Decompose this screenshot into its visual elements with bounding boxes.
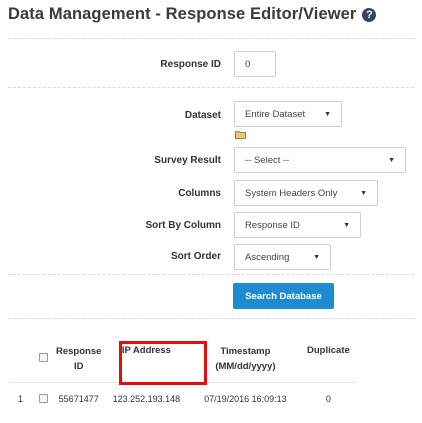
sort-by-column-label: Sort By Column bbox=[145, 220, 221, 231]
response-id-label: Response ID bbox=[160, 59, 221, 70]
table-row[interactable]: 1 55671477 123.252.193.148 07/19/2016 16… bbox=[10, 381, 357, 416]
response-id-input[interactable]: 0 bbox=[234, 51, 276, 77]
duplicate-header[interactable]: Duplicate bbox=[300, 337, 356, 382]
row-select-cell bbox=[31, 381, 55, 416]
question-circle-icon[interactable]: ? bbox=[362, 8, 377, 22]
survey-result-label: Survey Result bbox=[154, 155, 221, 166]
columns-label: Columns bbox=[178, 188, 221, 199]
select-all-header bbox=[31, 337, 55, 382]
timestamp-header-line2: (MM/dd/yyyy) bbox=[215, 361, 276, 373]
sort-by-column-select[interactable]: Response ID ▼ bbox=[234, 212, 361, 238]
response-id-cell[interactable]: 55671477 bbox=[55, 381, 103, 416]
search-database-button[interactable]: Search Database bbox=[233, 283, 334, 309]
sort-order-label: Sort Order bbox=[170, 251, 221, 262]
response-id-header[interactable]: Response ID bbox=[55, 337, 102, 382]
select-all-checkbox[interactable] bbox=[38, 352, 48, 362]
row-index-header bbox=[10, 337, 31, 382]
dataset-value: Entire Dataset bbox=[245, 108, 306, 120]
divider bbox=[8, 274, 414, 275]
survey-result-value: -- Select -- bbox=[245, 154, 290, 166]
timestamp-header-line1: Timestamp bbox=[220, 346, 271, 358]
row-index: 1 bbox=[10, 381, 31, 416]
chevron-down-icon: ▼ bbox=[324, 110, 331, 118]
chevron-down-icon: ▼ bbox=[360, 189, 367, 197]
duplicate-cell: 0 bbox=[300, 381, 357, 416]
divider bbox=[8, 87, 414, 88]
chevron-down-icon: ▼ bbox=[343, 221, 350, 229]
folder-icon[interactable] bbox=[235, 130, 246, 139]
row-select-checkbox[interactable] bbox=[38, 393, 48, 403]
sort-order-select[interactable]: Ascending ▼ bbox=[234, 244, 331, 270]
page-title: Data Management - Response Editor/Viewer… bbox=[8, 5, 377, 24]
timestamp-cell: 07/19/2016 16:09:13 bbox=[190, 381, 301, 416]
sort-by-column-value: Response ID bbox=[245, 219, 300, 231]
dataset-select[interactable]: Entire Dataset ▼ bbox=[234, 101, 342, 127]
response-id-header-line1: Response bbox=[56, 346, 102, 358]
dataset-label: Dataset bbox=[184, 110, 221, 121]
ip-address-cell: 123.252.193.148 bbox=[102, 381, 191, 416]
divider bbox=[8, 38, 414, 39]
response-id-value: 0 bbox=[245, 58, 251, 70]
sort-order-value: Ascending bbox=[245, 251, 290, 263]
columns-value: System Headers Only bbox=[245, 187, 338, 199]
columns-select[interactable]: System Headers Only ▼ bbox=[234, 180, 378, 206]
ip-address-highlight-box bbox=[119, 341, 207, 385]
duplicate-header-label: Duplicate bbox=[307, 345, 350, 356]
divider bbox=[8, 318, 414, 319]
survey-result-select[interactable]: -- Select -- ▼ bbox=[234, 147, 406, 173]
chevron-down-icon: ▼ bbox=[388, 156, 395, 164]
page-title-text: Data Management - Response Editor/Viewer bbox=[8, 5, 357, 23]
chevron-down-icon: ▼ bbox=[313, 253, 320, 261]
response-id-header-line2: ID bbox=[73, 361, 84, 373]
